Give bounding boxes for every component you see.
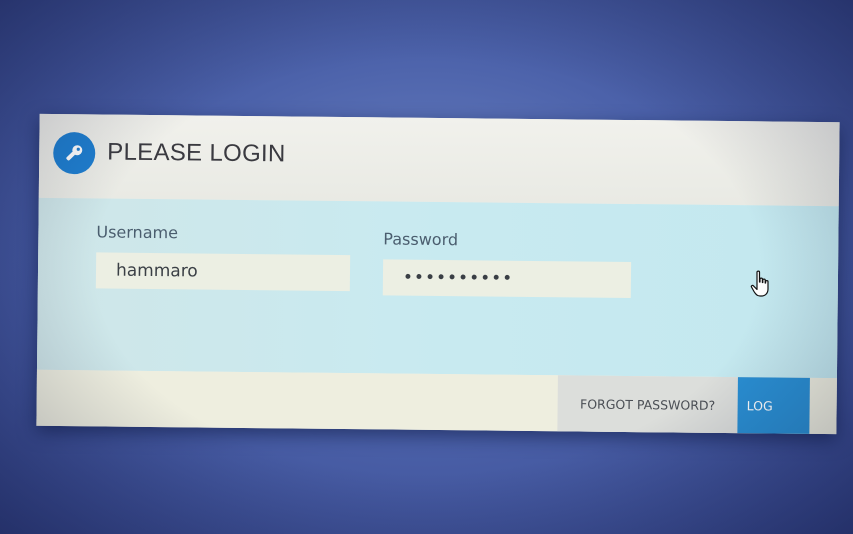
dialog-title: PLEASE LOGIN [107,138,286,168]
dialog-header: PLEASE LOGIN [38,113,840,207]
username-input[interactable] [95,252,351,292]
username-label: Username [96,222,179,243]
login-dialog: PLEASE LOGIN Username Password FORGOT PA… [36,113,840,435]
dialog-footer: FORGOT PASSWORD? LOG [36,369,837,435]
key-icon [53,131,96,175]
login-button[interactable]: LOG [737,377,810,434]
login-form: Username Password [36,197,839,379]
password-input[interactable] [382,259,632,299]
hand-cursor-icon [750,270,769,297]
forgot-password-button[interactable]: FORGOT PASSWORD? [557,375,738,434]
password-label: Password [383,229,459,250]
